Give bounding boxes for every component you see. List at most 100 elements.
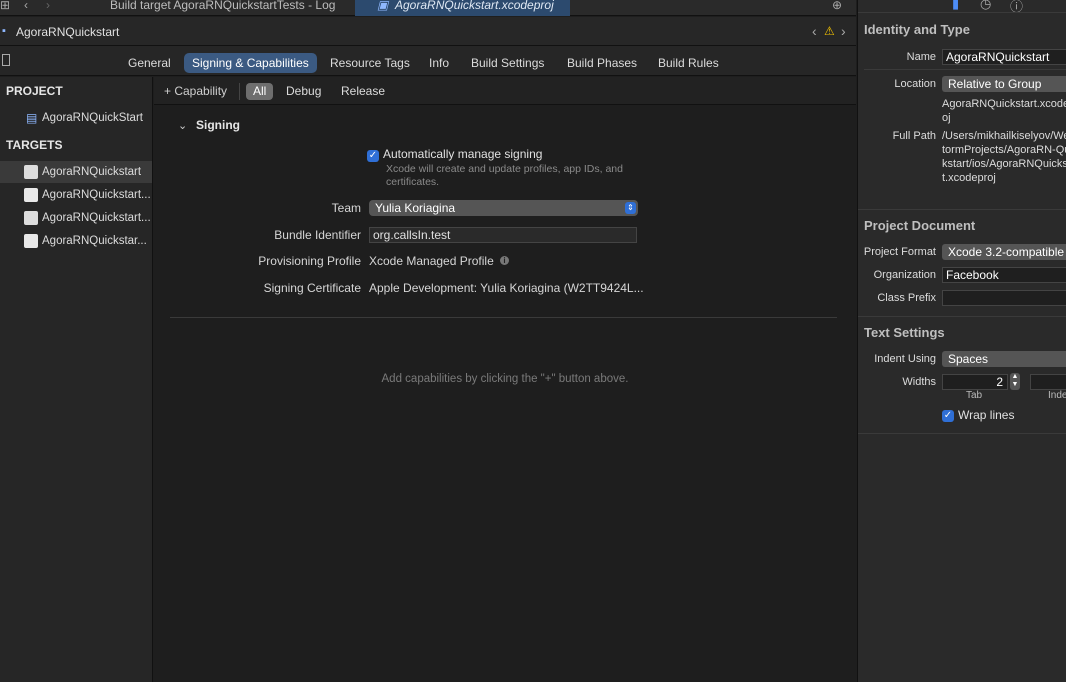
file-inspector-icon[interactable]: ▮ [952,0,959,12]
tab-xcodeproj[interactable]: ▣ AgoraRNQuickstart.xcodeproj [355,0,570,16]
provisioning-profile-label: Provisioning Profile [258,254,361,268]
name-field[interactable]: AgoraRNQuickstart [942,49,1066,65]
checkmark-icon: ✓ [942,409,954,422]
tab-caption: Tab [966,390,983,401]
target-item-label: AgoraRNQuickstar... [42,235,147,247]
project-item-label: AgoraRNQuickStart [42,112,143,124]
jump-bar-title[interactable]: AgoraRNQuickstart [16,25,119,39]
project-header: PROJECT [6,84,63,98]
location-file: AgoraRNQuickstart.xcodeproj [942,98,1066,124]
indent-caption: Inde [1048,390,1066,401]
configuration-bar: + Capability All Debug Release [154,77,856,105]
target-item[interactable]: AgoraRNQuickstart... [0,184,152,206]
location-label: Location [894,78,936,90]
back-arrow-icon[interactable]: ‹ [24,0,34,16]
popup-arrows-icon: ⇕ [625,202,636,214]
tab-signing-capabilities[interactable]: Signing & Capabilities [184,53,317,73]
xcodeproj-icon: ▣ [377,0,389,12]
empty-capabilities-hint: Add capabilities by clicking the "+" but… [381,373,629,385]
info-icon[interactable]: i [500,256,509,265]
jump-bar: ▪ AgoraRNQuickstart ‹ ⚠ › [0,17,856,46]
team-popup[interactable]: Yulia Koriagina ⇕ [369,200,638,216]
tab-width-stepper[interactable]: ▲ ▼ [1010,373,1020,390]
tab-width-field[interactable]: 2 [942,374,1008,390]
tab-build-rules[interactable]: Build Rules [650,53,727,73]
section-divider [170,317,837,318]
inspector-divider [858,316,1066,317]
signing-certificate-label: Signing Certificate [263,281,361,295]
team-label: Team [331,201,361,215]
grid-icon[interactable]: ⊞ [0,0,12,16]
provisioning-profile-value: Xcode Managed Profile [369,254,494,268]
tab-general[interactable]: General [120,53,179,73]
wrap-lines-label: Wrap lines [958,408,1015,422]
auto-manage-checkbox[interactable]: ✓ [367,148,379,162]
target-item-label: AgoraRNQuickstart... [42,212,151,224]
tab-build-phases[interactable]: Build Phases [559,53,645,73]
full-path-value: /Users/mikhailkiselyov/WebstormProjects/… [942,130,1066,184]
next-issue-icon[interactable]: › [841,23,846,39]
app-target-icon [24,165,38,179]
tab-resource-tags[interactable]: Resource Tags [322,53,418,73]
identity-section-title: Identity and Type [864,22,970,37]
target-item[interactable]: AgoraRNQuickstart... [0,207,152,229]
project-format-popup[interactable]: Xcode 3.2-compatible [942,244,1066,260]
file-inspector: ▮ ◷ ⓘ Identity and Type Name AgoraRNQuic… [857,0,1066,682]
app-target-icon [24,211,38,225]
history-icon[interactable]: ◷ [980,0,991,12]
wrap-lines-checkbox[interactable]: ✓ [942,408,954,422]
team-value: Yulia Koriagina [375,201,456,215]
inspector-divider [858,12,1066,13]
tab-xcodeproj-label: AgoraRNQuickstart.xcodeproj [395,0,554,12]
signing-certificate-value: Apple Development: Yulia Koriagina (W2TT… [369,281,644,295]
file-tab-bar: ⊞ ‹ › Build target AgoraRNQuickstartTest… [0,0,856,16]
indent-using-label: Indent Using [874,353,936,365]
organization-label: Organization [873,269,936,281]
project-target-list: PROJECT ▤ AgoraRNQuickStart TARGETS Agor… [0,77,153,682]
test-bundle-icon [24,234,38,248]
test-bundle-icon [24,188,38,202]
checkmark-icon: ✓ [367,149,379,162]
divider [239,83,240,100]
previous-issue-icon[interactable]: ‹ [812,23,817,39]
add-capability-button[interactable]: + Capability [157,83,234,100]
target-item[interactable]: AgoraRNQuickstar... [0,230,152,252]
inspector-divider [858,209,1066,210]
signing-editor: + Capability All Debug Release ⌄ Signing… [154,77,856,682]
inspector-divider [858,433,1066,434]
bundle-identifier-field[interactable]: org.callsIn.test [369,227,637,243]
auto-manage-hint: Xcode will create and update profiles, a… [386,163,623,188]
organization-field[interactable]: Facebook [942,267,1066,283]
tab-build-settings[interactable]: Build Settings [463,53,552,73]
target-item-label: AgoraRNQuickstart [42,166,142,178]
add-editor-icon[interactable]: ⊕ [832,0,846,16]
target-item[interactable]: AgoraRNQuickstart [0,161,152,183]
row-divider [864,69,1066,70]
segment-all[interactable]: All [246,83,274,100]
project-file-icon: ▪ [2,25,6,37]
forward-arrow-icon[interactable]: › [46,0,56,16]
class-prefix-label: Class Prefix [877,292,936,304]
indent-using-popup[interactable]: Spaces [942,351,1066,367]
project-editor-tabs: General Signing & Capabilities Resource … [0,46,856,76]
project-format-label: Project Format [863,246,936,258]
auto-manage-label: Automatically manage signing [383,147,543,161]
full-path-label: Full Path [892,130,936,142]
location-popup[interactable]: Relative to Group [942,76,1066,92]
bundle-identifier-label: Bundle Identifier [274,228,361,242]
project-item[interactable]: ▤ AgoraRNQuickStart [0,107,152,129]
segment-debug[interactable]: Debug [279,83,328,100]
class-prefix-field[interactable] [942,290,1066,306]
tab-build-log[interactable]: Build target AgoraRNQuickstartTests - Lo… [110,0,350,16]
target-item-label: AgoraRNQuickstart... [42,189,151,201]
tab-info[interactable]: Info [421,53,457,73]
indent-width-field[interactable] [1030,374,1066,390]
segment-release[interactable]: Release [334,83,392,100]
name-label: Name [906,51,936,63]
signing-section-title: Signing [196,118,240,132]
project-icon: ▤ [26,111,38,125]
sidebar-toggle-icon[interactable] [2,54,10,66]
warning-icon[interactable]: ⚠ [824,24,835,38]
project-document-title: Project Document [864,218,976,233]
chevron-down-icon[interactable]: ⌄ [178,119,187,132]
